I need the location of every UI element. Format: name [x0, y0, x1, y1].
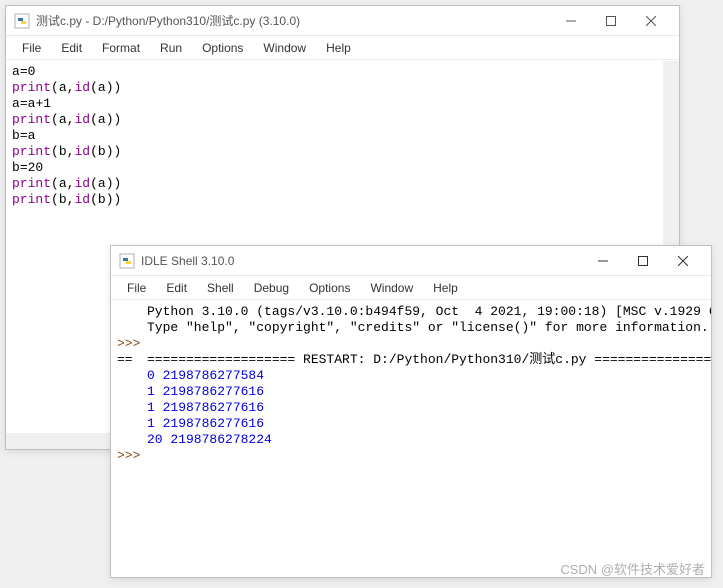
menu-window[interactable]: Window — [253, 38, 316, 58]
code-line: print(a,id(a)) — [12, 80, 673, 96]
shell-title: IDLE Shell 3.10.0 — [141, 254, 583, 268]
code-line: print(a,id(a)) — [12, 176, 673, 192]
code-line: print(b,id(b)) — [12, 192, 673, 208]
shell-console[interactable]: Python 3.10.0 (tags/v3.10.0:b494f59, Oct… — [111, 300, 711, 575]
menu-help[interactable]: Help — [423, 278, 468, 298]
shell-titlebar: IDLE Shell 3.10.0 — [111, 246, 711, 276]
code-line: a=a+1 — [12, 96, 673, 112]
menu-file[interactable]: File — [117, 278, 156, 298]
editor-window-controls — [551, 7, 671, 35]
shell-window-controls — [583, 247, 703, 275]
shell-line: >>> — [117, 336, 705, 352]
shell-line: 1 2198786277616 — [117, 416, 705, 432]
code-line: a=0 — [12, 64, 673, 80]
maximize-button[interactable] — [623, 247, 663, 275]
menu-options[interactable]: Options — [299, 278, 360, 298]
shell-line: Python 3.10.0 (tags/v3.10.0:b494f59, Oct… — [117, 304, 705, 320]
shell-window: IDLE Shell 3.10.0 FileEditShellDebugOpti… — [110, 245, 712, 578]
shell-line: >>> — [117, 448, 705, 464]
menu-file[interactable]: File — [12, 38, 51, 58]
shell-output: 0 2198786277584 — [147, 368, 264, 383]
close-button[interactable] — [631, 7, 671, 35]
shell-line: 1 2198786277616 — [117, 384, 705, 400]
shell-menubar: FileEditShellDebugOptionsWindowHelp — [111, 276, 711, 300]
menu-help[interactable]: Help — [316, 38, 361, 58]
shell-prompt: >>> — [117, 448, 140, 463]
shell-prompt: >>> — [117, 336, 140, 351]
code-line: b=20 — [12, 160, 673, 176]
minimize-button[interactable] — [583, 247, 623, 275]
editor-titlebar: 测试c.py - D:/Python/Python310/测试c.py (3.1… — [6, 6, 679, 36]
menu-run[interactable]: Run — [150, 38, 192, 58]
menu-window[interactable]: Window — [360, 278, 423, 298]
menu-options[interactable]: Options — [192, 38, 253, 58]
menu-shell[interactable]: Shell — [197, 278, 244, 298]
code-line: print(b,id(b)) — [12, 144, 673, 160]
editor-menubar: FileEditFormatRunOptionsWindowHelp — [6, 36, 679, 60]
shell-output: 20 2198786278224 — [147, 432, 272, 447]
maximize-button[interactable] — [591, 7, 631, 35]
code-line: b=a — [12, 128, 673, 144]
shell-line: 0 2198786277584 — [117, 368, 705, 384]
menu-debug[interactable]: Debug — [244, 278, 299, 298]
menu-edit[interactable]: Edit — [51, 38, 92, 58]
menu-edit[interactable]: Edit — [156, 278, 197, 298]
close-button[interactable] — [663, 247, 703, 275]
menu-format[interactable]: Format — [92, 38, 150, 58]
shell-output: 1 2198786277616 — [147, 400, 264, 415]
code-line: print(a,id(a)) — [12, 112, 673, 128]
editor-title: 测试c.py - D:/Python/Python310/测试c.py (3.1… — [36, 12, 551, 29]
python-idle-icon — [119, 253, 135, 269]
minimize-button[interactable] — [551, 7, 591, 35]
shell-line: ===================== RESTART: D:/Python… — [117, 352, 705, 368]
shell-output: 1 2198786277616 — [147, 384, 264, 399]
python-file-icon — [14, 13, 30, 29]
shell-output: 1 2198786277616 — [147, 416, 264, 431]
shell-line: 20 2198786278224 — [117, 432, 705, 448]
shell-line: 1 2198786277616 — [117, 400, 705, 416]
shell-line: Type "help", "copyright", "credits" or "… — [117, 320, 705, 336]
